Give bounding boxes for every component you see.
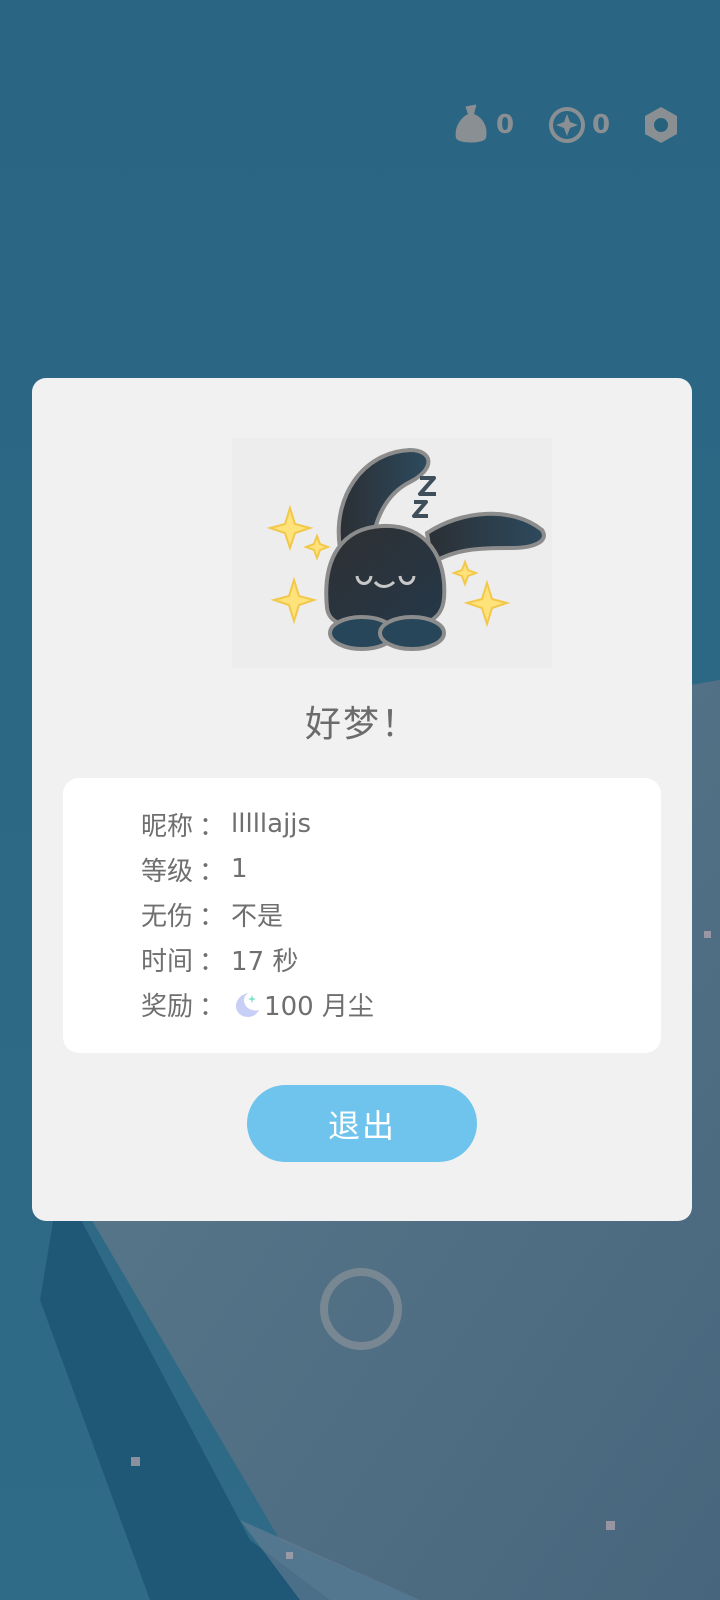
info-row-nickname: 昵称 ： lllllajjs [141,804,311,844]
separator: ： [199,856,226,887]
exit-button[interactable]: 退出 [247,1085,477,1162]
info-row-reward: 奖励 ： 100 月尘 [141,984,374,1024]
dialog-title: 好梦！ [304,704,419,745]
settings-button[interactable] [642,100,680,150]
reward-label: 奖励 [141,991,194,1022]
background-speck [286,1552,293,1559]
sleeping-rabbit-illustration [232,438,552,668]
separator: ： [199,991,226,1022]
coin-icon [549,107,585,143]
nickname-label: 昵称 [141,811,194,842]
bag-icon [455,104,487,143]
ring-marker-icon [320,1268,402,1350]
settings-icon [645,107,677,143]
nickname-value: lllllajjs [231,809,312,839]
coin-count: 0 [592,110,611,140]
level-value: 1 [231,854,248,884]
game-screen: 0 0 好梦！ 昵称 ： lllllajjs 等级 ： 1 无伤 ： 不是 时间… [0,0,720,1600]
time-label: 时间 [141,946,194,977]
separator: ： [199,946,226,977]
info-row-level: 等级 ： 1 [141,849,248,889]
no-damage-label: 无伤 [141,901,194,932]
moon-dust-icon [236,993,260,1017]
info-row-time: 时间 ： 17 秒 [141,939,298,979]
time-value: 17 秒 [231,946,299,977]
separator: ： [199,811,226,842]
background-speck [131,1457,140,1466]
bag-counter[interactable]: 0 [452,100,514,150]
background-speck [704,931,711,938]
coin-counter[interactable]: 0 [548,100,610,150]
background-speck [606,1521,615,1530]
result-info-card: 昵称 ： lllllajjs 等级 ： 1 无伤 ： 不是 时间 ： 17 秒 … [63,778,661,1053]
level-label: 等级 [141,856,194,887]
top-hud: 0 0 [0,100,720,150]
no-damage-value: 不是 [231,901,284,932]
info-row-no-damage: 无伤 ： 不是 [141,894,283,934]
reward-value: 100 月尘 [264,991,374,1022]
result-dialog: 好梦！ 昵称 ： lllllajjs 等级 ： 1 无伤 ： 不是 时间 ： 1… [32,378,692,1221]
separator: ： [199,901,226,932]
bag-count: 0 [496,110,515,140]
